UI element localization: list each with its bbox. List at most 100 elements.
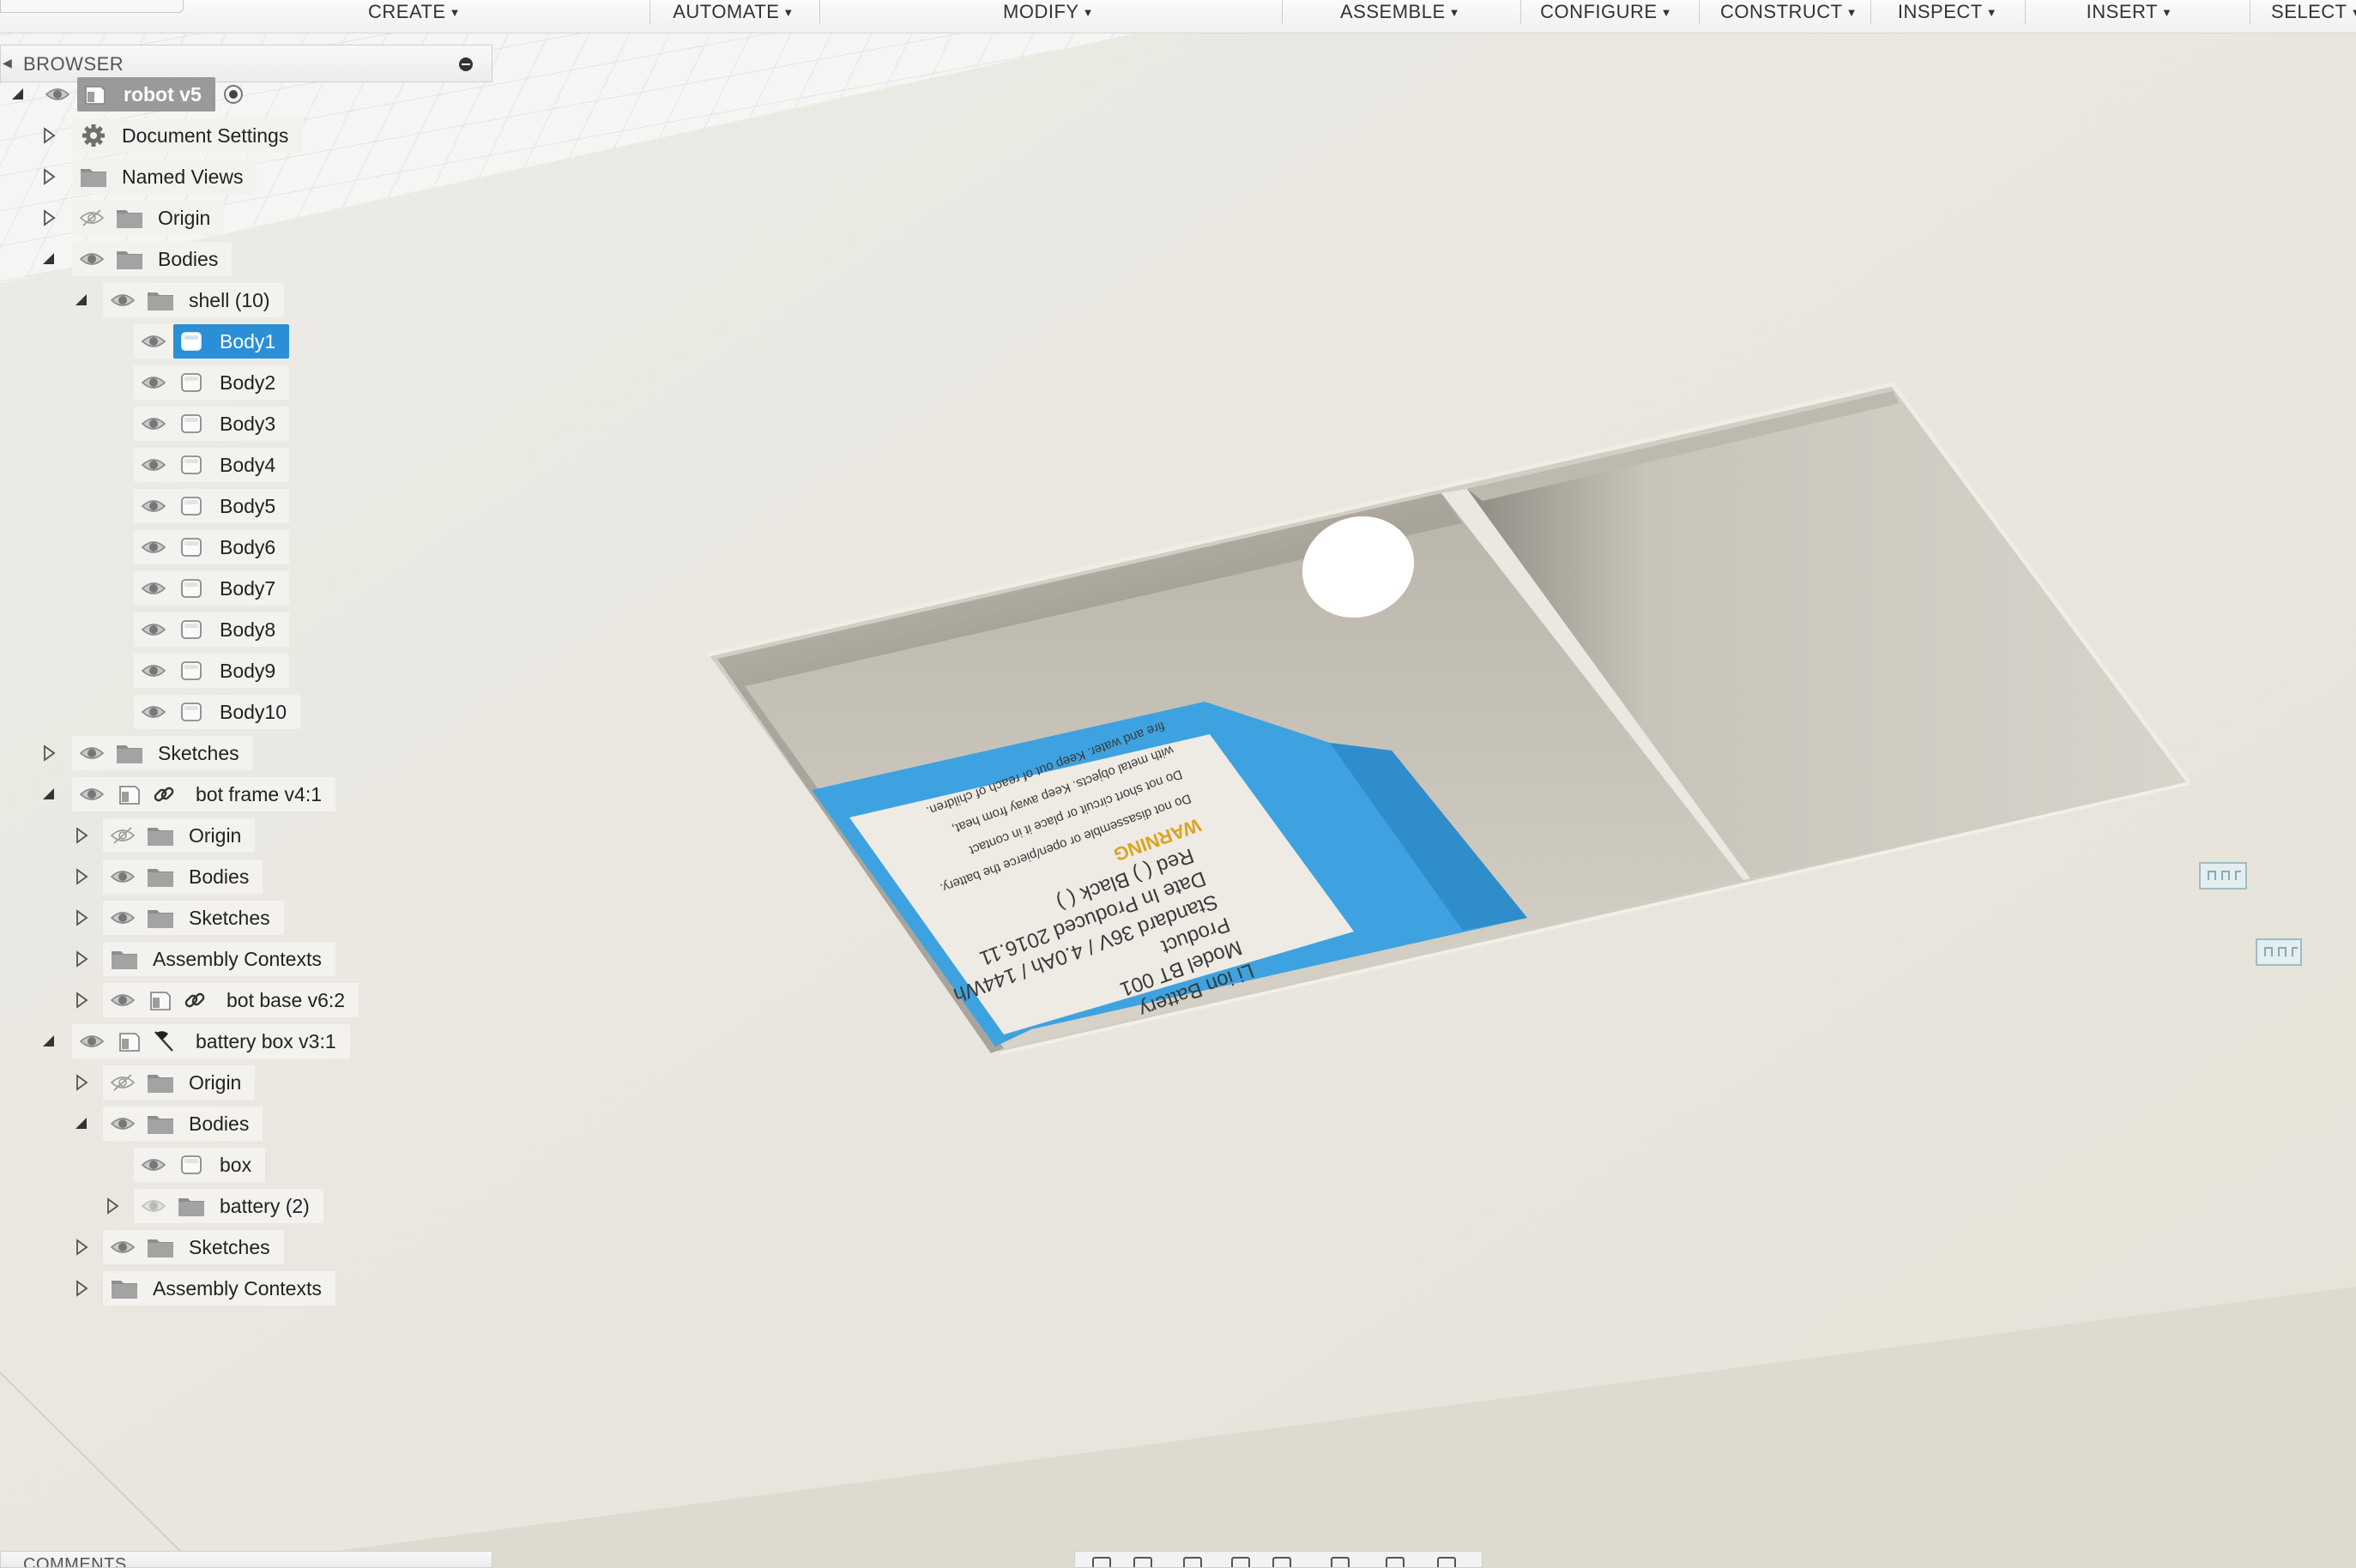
browser-node[interactable]: box	[0, 1148, 492, 1182]
browser-node[interactable]: Body5	[0, 489, 492, 523]
browser-node[interactable]: Body10	[0, 695, 492, 729]
browser-node-pill[interactable]: Body6	[134, 530, 290, 564]
browser-node-content[interactable]: Named Views	[76, 160, 257, 194]
browser-node-content[interactable]: Body1	[173, 324, 290, 359]
browser-node[interactable]: Body4	[0, 448, 492, 482]
eye-visible-icon[interactable]	[79, 249, 105, 269]
browser-node-pill[interactable]: battery (2)	[134, 1189, 323, 1223]
browser-node-content[interactable]: Body4	[173, 448, 289, 482]
menu-select[interactable]: SELECT ▼	[2271, 0, 2356, 26]
view-cube-hint-icon[interactable]	[2256, 938, 2302, 966]
eye-visible-icon[interactable]	[141, 1196, 166, 1216]
expand-arrow-icon[interactable]	[72, 950, 91, 968]
browser-node[interactable]: Assembly Contexts	[0, 942, 492, 976]
browser-node-content[interactable]: Bodies	[112, 242, 232, 276]
browser-node-pill[interactable]: Origin	[72, 201, 225, 235]
browser-node-pill[interactable]: Body8	[134, 612, 290, 647]
browser-node-content[interactable]: Sketches	[112, 736, 253, 770]
menu-modify[interactable]: MODIFY ▼	[1003, 0, 1094, 26]
collapse-triangle-icon[interactable]: ◀	[3, 56, 12, 70]
eye-visible-icon[interactable]	[110, 1113, 136, 1134]
browser-node-content[interactable]: Body6	[173, 530, 289, 564]
browser-node-pill[interactable]: Assembly Contexts	[103, 942, 335, 976]
browser-node-pill[interactable]: Body3	[134, 407, 290, 441]
grid-settings-icon[interactable]	[1384, 1555, 1406, 1567]
eye-visible-icon[interactable]	[141, 455, 166, 475]
browser-node-pill[interactable]: Body7	[134, 571, 290, 606]
browser-node[interactable]: Body8	[0, 612, 492, 647]
browser-node-pill[interactable]: Bodies	[103, 1107, 263, 1141]
browser-node-content[interactable]: bot base v6:2	[142, 983, 359, 1017]
eye-visible-icon[interactable]	[79, 1031, 105, 1052]
browser-node[interactable]: Document Settings	[0, 118, 492, 153]
browser-node-content[interactable]: bot frame v4:1	[112, 777, 335, 811]
browser-node-content[interactable]: Origin	[112, 201, 224, 235]
eye-visible-icon[interactable]	[141, 619, 166, 640]
browser-node[interactable]: Bodies	[0, 1107, 492, 1141]
browser-node-pill[interactable]: Assembly Contexts	[103, 1271, 335, 1306]
browser-node[interactable]: Assembly Contexts	[0, 1271, 492, 1306]
browser-node-pill[interactable]: Origin	[103, 818, 256, 853]
browser-node[interactable]: Body1	[0, 324, 492, 359]
browser-node-content[interactable]: Body3	[173, 407, 289, 441]
browser-node-content[interactable]: battery (2)	[173, 1189, 323, 1223]
browser-node[interactable]: battery (2)	[0, 1189, 492, 1223]
browser-node-content[interactable]: Body2	[173, 365, 289, 400]
browser-node-content[interactable]: Body5	[173, 489, 289, 523]
look-at-icon[interactable]	[1132, 1555, 1154, 1567]
browser-node-content[interactable]: Document Settings	[76, 118, 302, 153]
eye-visible-icon[interactable]	[141, 578, 166, 599]
eye-visible-icon[interactable]	[79, 743, 105, 763]
comments-panel-header[interactable]: COMMENTS	[0, 1551, 492, 1568]
browser-node-pill[interactable]: bot base v6:2	[103, 983, 359, 1017]
browser-node[interactable]: Sketches	[0, 736, 492, 770]
expand-arrow-icon[interactable]	[103, 1197, 122, 1215]
collapse-arrow-icon[interactable]	[39, 1032, 58, 1051]
eye-hidden-icon[interactable]	[110, 1072, 136, 1093]
browser-node[interactable]: Origin	[0, 818, 492, 853]
browser-node-pill[interactable]: Bodies	[72, 242, 233, 276]
eye-visible-icon[interactable]	[110, 1237, 136, 1257]
browser-node-content[interactable]: Origin	[142, 818, 255, 853]
eye-visible-icon[interactable]	[141, 372, 166, 393]
browser-node-content[interactable]: Sketches	[142, 901, 284, 935]
browser-node[interactable]: bot frame v4:1	[0, 777, 492, 811]
expand-arrow-icon[interactable]	[72, 867, 91, 886]
browser-node[interactable]: Body9	[0, 654, 492, 688]
expand-arrow-icon[interactable]	[72, 826, 91, 845]
browser-node-pill[interactable]: battery box v3:1	[72, 1024, 350, 1058]
browser-node-content[interactable]: battery box v3:1	[112, 1024, 350, 1058]
collapse-arrow-icon[interactable]	[39, 785, 58, 804]
browser-node-pill[interactable]: bot frame v4:1	[72, 777, 336, 811]
browser-node-content[interactable]: robot v5	[77, 77, 215, 112]
browser-node-pill[interactable]: Document Settings	[72, 118, 303, 153]
menu-inspect[interactable]: INSPECT ▼	[1898, 0, 1997, 26]
radio-target-icon[interactable]	[220, 81, 246, 107]
menu-automate[interactable]: AUTOMATE ▼	[673, 0, 794, 26]
browser-node[interactable]: Bodies	[0, 242, 492, 276]
browser-node[interactable]: Origin	[0, 1065, 492, 1100]
collapse-arrow-icon[interactable]	[39, 250, 58, 268]
eye-visible-icon[interactable]	[110, 866, 136, 887]
menu-configure[interactable]: CONFIGURE ▼	[1540, 0, 1672, 26]
eye-visible-icon[interactable]	[110, 908, 136, 928]
expand-arrow-icon[interactable]	[39, 744, 58, 763]
menu-assemble[interactable]: ASSEMBLE ▼	[1340, 0, 1460, 26]
eye-hidden-icon[interactable]	[110, 825, 136, 846]
browser-node[interactable]: battery box v3:1	[0, 1024, 492, 1058]
browser-node[interactable]: Sketches	[0, 901, 492, 935]
eye-visible-icon[interactable]	[141, 413, 166, 434]
browser-node-pill[interactable]: Body10	[134, 695, 301, 729]
toolbar-workspace-stub[interactable]	[0, 0, 184, 13]
browser-node-pill[interactable]: Sketches	[103, 1230, 284, 1264]
browser-node-pill[interactable]: Body1	[134, 324, 290, 359]
browser-node-pill[interactable]: Bodies	[103, 859, 263, 894]
orbit-constrained-icon[interactable]	[1090, 1555, 1113, 1567]
browser-node-pill[interactable]: shell (10)	[103, 283, 284, 317]
expand-arrow-icon[interactable]	[72, 1073, 91, 1092]
browser-node-content[interactable]: box	[173, 1148, 265, 1182]
browser-node-content[interactable]: Bodies	[142, 1107, 263, 1141]
browser-node-pill[interactable]: robot v5	[38, 77, 243, 112]
menu-insert[interactable]: INSERT ▼	[2087, 0, 2173, 26]
browser-node[interactable]: Body2	[0, 365, 492, 400]
